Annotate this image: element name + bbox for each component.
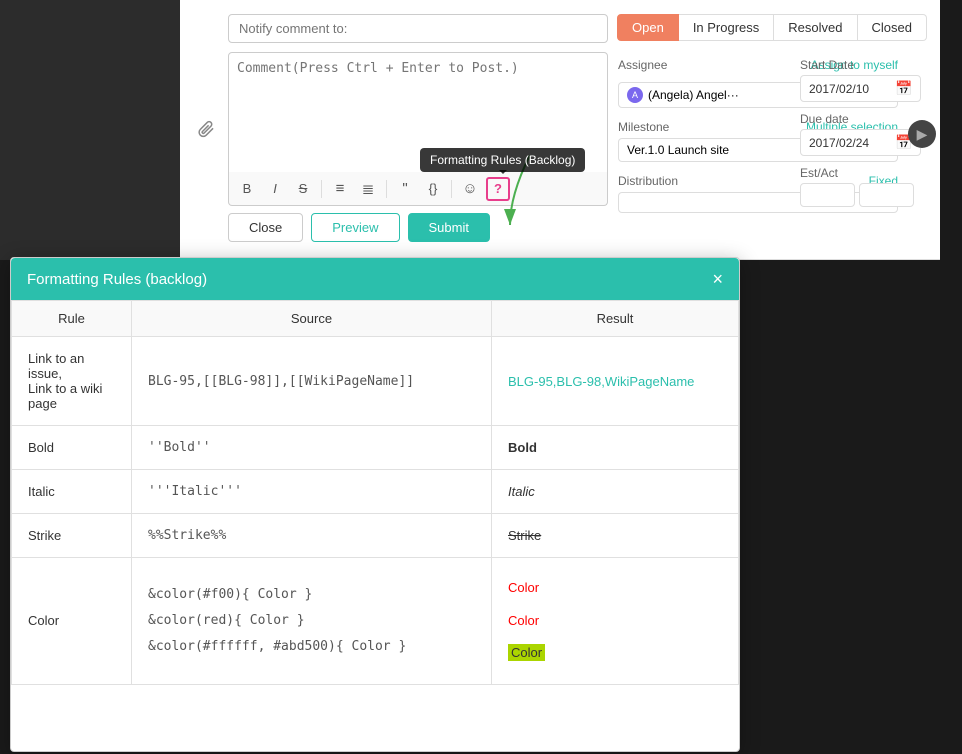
bold-btn[interactable]: B: [235, 177, 259, 201]
ul-btn[interactable]: ≡: [328, 177, 352, 201]
status-in-progress-btn[interactable]: In Progress: [679, 14, 774, 41]
result-cell: Italic: [492, 470, 739, 514]
dialog-header: Formatting Rules (backlog) ×: [11, 258, 739, 300]
result-link: BLG-95,BLG-98,WikiPageName: [508, 374, 694, 389]
col-source: Source: [132, 301, 492, 337]
rule-cell: Link to an issue,Link to a wiki page: [12, 337, 132, 426]
result-cell: Color Color Color: [492, 558, 739, 685]
start-date-input[interactable]: [809, 82, 889, 96]
result-bold: Bold: [508, 440, 537, 455]
due-date-label: Due date: [800, 112, 921, 126]
code-btn[interactable]: {}: [421, 177, 445, 201]
preview-button[interactable]: Preview: [311, 213, 399, 242]
dialog-title: Formatting Rules (backlog): [27, 271, 207, 288]
nav-arrow-btn[interactable]: ▶: [908, 120, 936, 148]
toolbar-sep-1: [321, 180, 322, 198]
rule-cell: Bold: [12, 426, 132, 470]
table-row: Link to an issue,Link to a wiki page BLG…: [12, 337, 739, 426]
formatting-table: Rule Source Result Link to an issue,Link…: [11, 300, 739, 685]
result-italic: Italic: [508, 484, 535, 499]
formatting-rules-dialog: Formatting Rules (backlog) × Rule Source…: [10, 257, 740, 752]
status-open-btn[interactable]: Open: [617, 14, 679, 41]
quote-btn[interactable]: ": [393, 177, 417, 201]
start-date-calendar-icon[interactable]: 📅: [895, 80, 912, 97]
est-act-label: Est/Act: [800, 166, 921, 180]
start-date-input-row: 📅: [800, 75, 921, 102]
milestone-label: Milestone: [618, 120, 669, 134]
table-row: Color &color(#f00){ Color } &color(red){…: [12, 558, 739, 685]
result-cell: Bold: [492, 426, 739, 470]
result-color-highlight: Color: [508, 644, 545, 661]
tooltip: Formatting Rules (Backlog): [420, 148, 585, 172]
status-resolved-btn[interactable]: Resolved: [774, 14, 857, 41]
assignee-label: Assignee: [618, 58, 693, 72]
result-color-red: Color: [508, 580, 539, 595]
distribution-label: Distribution: [618, 174, 678, 188]
editor-toolbar: B I S ≡ ≣ " {} ☺ ?: [228, 172, 608, 206]
toolbar-sep-3: [451, 180, 452, 198]
table-row: Italic '''Italic''' Italic: [12, 470, 739, 514]
result-cell: Strike: [492, 514, 739, 558]
toolbar-sep-2: [386, 180, 387, 198]
result-cell: BLG-95,BLG-98,WikiPageName: [492, 337, 739, 426]
italic-btn[interactable]: I: [263, 177, 287, 201]
col-result: Result: [492, 301, 739, 337]
help-btn[interactable]: ?: [486, 177, 510, 201]
ol-btn[interactable]: ≣: [356, 177, 380, 201]
due-date-input[interactable]: [809, 136, 889, 150]
act-input[interactable]: [859, 183, 914, 207]
source-cell: ''Bold'': [132, 426, 492, 470]
result-color-named: Color: [508, 613, 539, 628]
due-date-group: Due date 📅: [800, 112, 921, 156]
start-date-group: Start Date 📅: [800, 58, 921, 102]
notify-input-wrap: [228, 14, 608, 43]
result-strike: Strike: [508, 528, 541, 543]
date-fields: Start Date 📅 Due date 📅 Est/Act: [800, 58, 921, 207]
source-cell: &color(#f00){ Color } &color(red){ Color…: [132, 558, 492, 685]
status-closed-btn[interactable]: Closed: [858, 14, 927, 41]
table-header-row: Rule Source Result: [12, 301, 739, 337]
dialog-body: Rule Source Result Link to an issue,Link…: [11, 300, 739, 751]
table-row: Strike %%Strike%% Strike: [12, 514, 739, 558]
close-button[interactable]: Close: [228, 213, 303, 242]
rule-cell: Color: [12, 558, 132, 685]
source-cell: BLG-95,[[BLG-98]],[[WikiPageName]]: [132, 337, 492, 426]
avatar: A: [627, 87, 643, 103]
rule-cell: Italic: [12, 470, 132, 514]
table-row: Bold ''Bold'' Bold: [12, 426, 739, 470]
status-bar: Open In Progress Resolved Closed: [617, 14, 927, 41]
strike-btn[interactable]: S: [291, 177, 315, 201]
dialog-close-btn[interactable]: ×: [712, 270, 723, 288]
rule-cell: Strike: [12, 514, 132, 558]
col-rule: Rule: [12, 301, 132, 337]
notify-input[interactable]: [228, 14, 608, 43]
est-act-group: Est/Act: [800, 166, 921, 207]
start-date-label: Start Date: [800, 58, 921, 72]
submit-button[interactable]: Submit: [408, 213, 490, 242]
source-cell: %%Strike%%: [132, 514, 492, 558]
source-cell: '''Italic''': [132, 470, 492, 514]
est-input[interactable]: [800, 183, 855, 207]
attach-icon[interactable]: [192, 115, 220, 143]
emoji-btn[interactable]: ☺: [458, 177, 482, 201]
action-buttons: Close Preview Submit: [228, 213, 490, 242]
est-act-inputs: [800, 183, 921, 207]
due-date-input-row: 📅: [800, 129, 921, 156]
